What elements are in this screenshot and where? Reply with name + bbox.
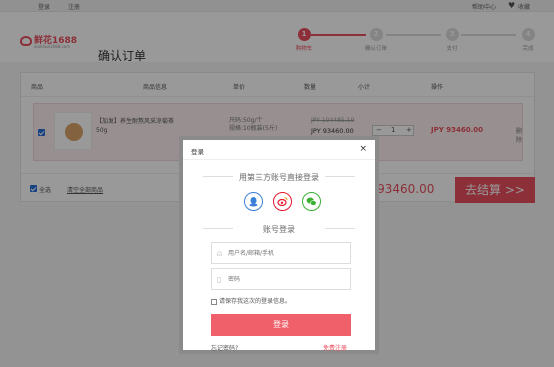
password-input[interactable] [228,274,343,285]
account-login-heading: 账号登录 [183,224,375,235]
third-party-login-text: 用第三方账号直接登录 [239,173,319,182]
divider [325,176,355,177]
username-input[interactable] [228,248,343,259]
account-login-text: 账号登录 [263,225,295,234]
dialog-header: 登录 × [183,140,375,160]
password-field[interactable]: ▯ [211,268,351,290]
divider [325,228,355,229]
login-button[interactable]: 登录 [211,314,351,336]
qq-icon [249,197,258,207]
free-register-link[interactable]: 免费注册 [323,343,347,352]
wechat-icon [306,197,317,206]
third-party-login-heading: 用第三方账号直接登录 [183,172,375,183]
remember-me-label: 请保存我这次的登录信息。 [219,298,292,305]
dialog-title: 登录 [191,148,204,156]
wechat-login-button[interactable] [302,192,321,211]
username-field[interactable]: ⍝ [211,242,351,264]
forgot-password-link[interactable]: 忘记密码? [211,343,238,352]
qq-login-button[interactable] [244,192,263,211]
lock-icon: ▯ [217,275,222,284]
weibo-icon [277,197,288,207]
login-dialog: 登录 × 用第三方账号直接登录 账号登录 ⍝ ▯ [179,136,379,354]
close-icon[interactable]: × [359,144,367,154]
remember-me-checkbox[interactable] [211,298,217,305]
divider [203,228,233,229]
divider [203,176,233,177]
user-icon: ⍝ [217,249,222,258]
weibo-login-button[interactable] [273,192,292,211]
remember-me[interactable]: 请保存我这次的登录信息。 [211,296,291,305]
